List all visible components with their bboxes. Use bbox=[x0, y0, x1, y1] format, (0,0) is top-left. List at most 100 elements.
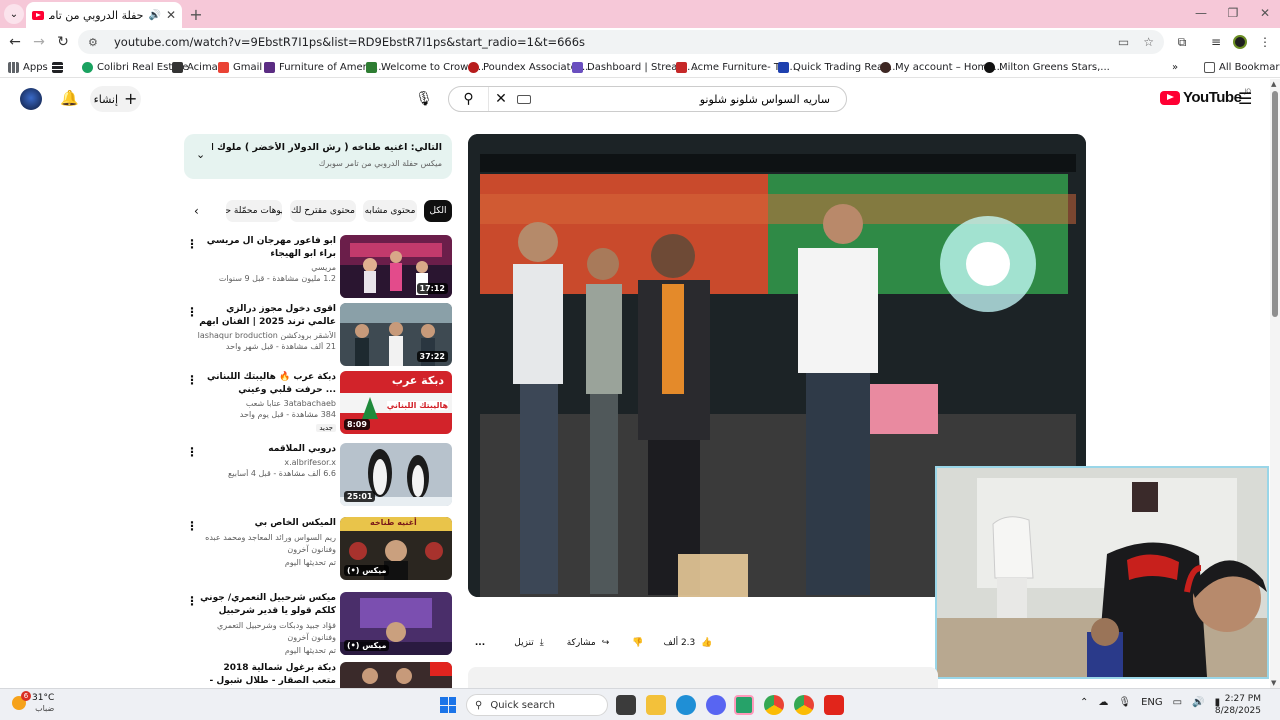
store-app-icon[interactable] bbox=[734, 695, 754, 715]
scroll-down-icon[interactable]: ▼ bbox=[1271, 679, 1276, 687]
taskbar-search[interactable]: ⚲ Quick search bbox=[466, 694, 608, 716]
close-tab-icon[interactable]: ✕ bbox=[166, 8, 176, 22]
rec-thumbnail[interactable]: 37:22 bbox=[340, 303, 452, 366]
close-window-button[interactable]: ✕ bbox=[1250, 4, 1280, 22]
bookmark-item[interactable]: Apps bbox=[8, 59, 48, 75]
rec-title[interactable]: اقوى دخول مجوز درالزي عالمي ترند 2025 | … bbox=[198, 303, 336, 329]
rec-thumbnail[interactable]: دبكة عرب هاليبتك اللبناني 8:09 bbox=[340, 371, 452, 434]
bookmark-item[interactable]: Welcome to Crown... bbox=[366, 59, 484, 75]
page-scrollbar[interactable]: ▲ ▼ bbox=[1270, 79, 1280, 688]
edge-icon[interactable] bbox=[676, 695, 696, 715]
taskbar-clock[interactable]: 2:27 PM 8/28/2025 bbox=[1205, 693, 1261, 717]
bookmark-item[interactable] bbox=[52, 59, 63, 75]
voice-search-mic-icon[interactable]: 🎙 bbox=[410, 85, 438, 113]
more-options-icon[interactable]: ⋮ bbox=[186, 445, 198, 459]
bookmark-item[interactable]: Acima bbox=[172, 59, 218, 75]
discord-icon[interactable] bbox=[706, 695, 726, 715]
bookmark-item[interactable]: Gmail bbox=[218, 59, 262, 75]
file-explorer-icon[interactable] bbox=[646, 695, 666, 715]
share-button[interactable]: ↪ مشاركة bbox=[560, 631, 616, 655]
minimize-button[interactable]: — bbox=[1186, 4, 1216, 22]
rec-thumbnail[interactable]: 17:12 bbox=[340, 235, 452, 298]
more-options-icon[interactable]: ⋮ bbox=[186, 237, 198, 251]
new-tab-button[interactable]: + bbox=[186, 4, 206, 24]
chevron-down-icon[interactable]: ⌄ bbox=[196, 148, 205, 161]
recommendation-item[interactable]: ⋮ دروبي الملاقمه x.albrifesor.x 6.6 ألف … bbox=[184, 443, 454, 509]
hamburger-menu-icon[interactable]: ☰ bbox=[1238, 89, 1252, 108]
chip-all[interactable]: الكل bbox=[424, 200, 452, 222]
recommendation-item[interactable]: ⋮ ميكس شرحبيل التعمري/ جوني كلكم قولو يا… bbox=[184, 592, 454, 658]
rec-title[interactable]: دروبي الملاقمه bbox=[198, 443, 336, 456]
more-actions-button[interactable]: ... bbox=[468, 631, 492, 655]
recommendation-item[interactable]: ⋮ ابو فاعور مهرجان ال مريسي براء ابو اله… bbox=[184, 235, 454, 301]
media-app-icon[interactable] bbox=[824, 695, 844, 715]
rec-thumbnail[interactable] bbox=[340, 662, 452, 688]
notifications-bell-icon[interactable]: 🔔 bbox=[60, 89, 79, 107]
more-options-icon[interactable]: ⋮ bbox=[186, 305, 198, 319]
input-language[interactable]: ENG bbox=[1141, 697, 1163, 708]
chrome-profile-icon[interactable] bbox=[794, 695, 814, 715]
mix-playlist-card[interactable]: ⌄ التالي: اغنيه طناخه ( رش الدولار الأخض… bbox=[184, 134, 452, 179]
clear-search-icon[interactable]: ✕ bbox=[489, 91, 513, 107]
windows-start-icon[interactable] bbox=[440, 697, 456, 713]
scroll-up-icon[interactable]: ▲ bbox=[1271, 80, 1276, 88]
rec-title[interactable]: الميكس الخاص بي bbox=[198, 517, 336, 530]
search-button[interactable]: ⚲ bbox=[449, 87, 489, 111]
cast-icon[interactable]: ▭ bbox=[1118, 35, 1129, 49]
download-button[interactable]: ⤓ تنزيل bbox=[500, 631, 558, 655]
more-options-icon[interactable]: ⋮ bbox=[186, 519, 198, 533]
tray-overflow-icon[interactable]: ⌃ bbox=[1080, 697, 1088, 708]
network-icon[interactable]: ▭ bbox=[1173, 697, 1182, 708]
rec-channel[interactable]: x.albrifesor.x bbox=[198, 458, 336, 467]
recommendation-item[interactable]: ⋮ دبكة عرب 🔥 هاليبتك اللبناني ... حرفت ق… bbox=[184, 371, 454, 437]
mic-tray-icon[interactable]: 🎙 bbox=[1118, 697, 1131, 708]
forward-button[interactable]: → bbox=[28, 31, 50, 53]
rec-thumbnail[interactable]: 25:01 bbox=[340, 443, 452, 506]
recommendation-item[interactable]: دبكة برغول شمالية 2018 متعب الصقار - طلا… bbox=[184, 662, 454, 688]
bookmarks-overflow-icon[interactable]: » bbox=[1172, 59, 1178, 75]
like-button[interactable]: 👍 2.3 ألف bbox=[658, 631, 718, 655]
create-button[interactable]: إنشاء + bbox=[90, 86, 141, 112]
account-avatar[interactable] bbox=[20, 88, 42, 110]
chip-recent-uploads[interactable]: فيديوهات محمّلة حديثًا bbox=[226, 200, 282, 222]
search-input[interactable] bbox=[531, 88, 846, 110]
media-control-icon[interactable]: ≡ bbox=[1206, 32, 1226, 52]
rec-channel[interactable]: الأشقر برودكشن alashaqur broduction bbox=[198, 331, 336, 340]
dislike-button[interactable]: 👎 bbox=[624, 631, 652, 655]
task-view-icon[interactable] bbox=[616, 695, 636, 715]
maximize-button[interactable]: ❐ bbox=[1218, 4, 1248, 22]
recommendation-item[interactable]: ⋮ اقوى دخول مجوز درالزي عالمي ترند 2025 … bbox=[184, 303, 454, 369]
bookmark-star-icon[interactable]: ☆ bbox=[1143, 35, 1154, 49]
scrollbar-thumb[interactable] bbox=[1272, 91, 1278, 317]
speaker-icon[interactable]: 🔊 bbox=[148, 10, 160, 21]
volume-icon[interactable]: 🔊 bbox=[1192, 697, 1204, 708]
rec-thumbnail[interactable]: أغنيه طناخه (•) ميكس bbox=[340, 517, 452, 580]
all-bookmarks-button[interactable]: All Bookmarks bbox=[1204, 59, 1280, 75]
rec-title[interactable]: ابو فاعور مهرجان ال مريسي براء ابو الهيج… bbox=[198, 235, 336, 261]
more-options-icon[interactable]: ⋮ bbox=[186, 594, 198, 608]
profile-avatar-icon[interactable] bbox=[1230, 32, 1250, 52]
rec-channel[interactable]: 3atabachaeb عتابا شعب bbox=[198, 399, 336, 408]
chrome-icon[interactable] bbox=[764, 695, 784, 715]
reload-button[interactable]: ↻ bbox=[52, 31, 74, 53]
site-info-icon[interactable]: ⚙ bbox=[88, 36, 104, 49]
extensions-icon[interactable]: ⧉ bbox=[1172, 32, 1192, 52]
more-options-icon[interactable]: ⋮ bbox=[186, 373, 198, 387]
chevron-left-icon[interactable]: ‹ bbox=[194, 204, 199, 218]
weather-widget[interactable]: 6 31°C ضباب bbox=[12, 691, 54, 713]
rec-title[interactable]: دبكة عرب 🔥 هاليبتك اللبناني ... حرفت قلب… bbox=[198, 371, 336, 397]
rec-title[interactable]: ميكس شرحبيل التعمري/ جوني كلكم قولو يا ق… bbox=[198, 592, 336, 618]
recommendation-item[interactable]: ⋮ الميكس الخاص بي ريم السواس ورائد المعا… bbox=[184, 517, 454, 583]
keyboard-icon[interactable] bbox=[517, 94, 531, 104]
rec-channel[interactable]: مريسي bbox=[198, 263, 336, 272]
chip-similar[interactable]: محتوى مشابه bbox=[363, 200, 417, 222]
chip-recommended[interactable]: محتوى مقترح لك bbox=[290, 200, 356, 222]
active-tab[interactable]: حفلة الدروبي من تامر سوبرك 🔊 ✕ bbox=[26, 2, 182, 28]
bookmark-item[interactable]: Milton Greens Stars,... bbox=[984, 59, 1110, 75]
back-button[interactable]: ← bbox=[4, 31, 26, 53]
bookmark-item[interactable]: Quick Trading Real... bbox=[778, 59, 895, 75]
onedrive-icon[interactable]: ☁ bbox=[1098, 697, 1108, 708]
rec-thumbnail[interactable]: (•) ميكس bbox=[340, 592, 452, 655]
rec-title[interactable]: دبكة برغول شمالية 2018 متعب الصقار - طلا… bbox=[198, 662, 336, 688]
description-panel[interactable] bbox=[468, 667, 938, 688]
